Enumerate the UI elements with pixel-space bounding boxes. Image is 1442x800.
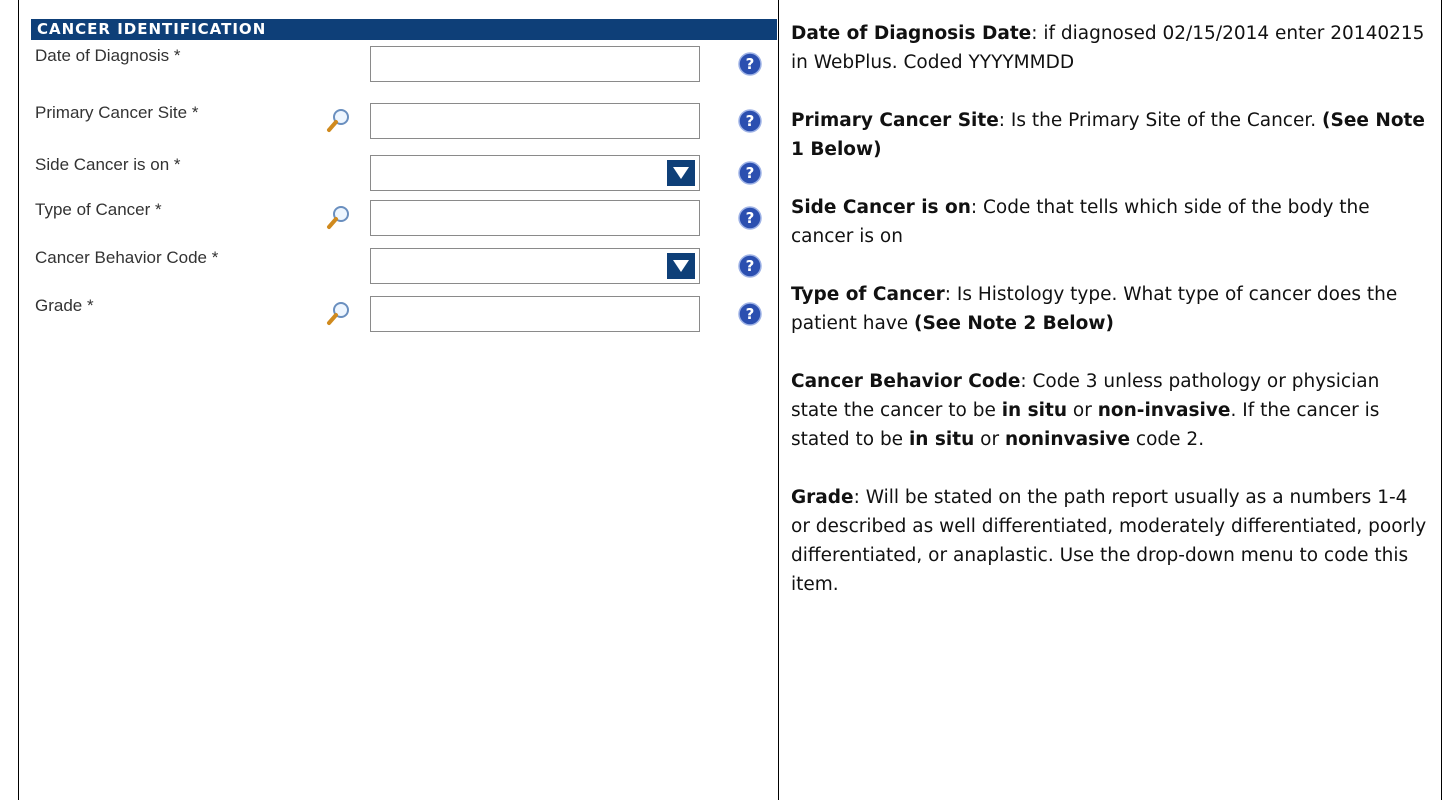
field-label: Grade * [35, 296, 94, 315]
notes-column: Date of Diagnosis Date: if diagnosed 02/… [779, 0, 1441, 800]
layout-table: CANCER IDENTIFICATION Date of Diagnosis … [18, 0, 1442, 800]
svg-text:?: ? [746, 257, 755, 275]
help-icon[interactable]: ? [738, 302, 762, 326]
help-icon[interactable]: ? [738, 52, 762, 76]
section-header: CANCER IDENTIFICATION [31, 19, 777, 40]
note-term: Grade [791, 487, 854, 508]
field-row-type-of-cancer: Type of Cancer * ? [31, 200, 777, 240]
note-cancer-behavior-code: Cancer Behavior Code: Code 3 unless path… [791, 367, 1431, 454]
dropdown-arrow-icon[interactable] [667, 160, 695, 186]
note-grade: Grade: Will be stated on the path report… [791, 483, 1431, 599]
field-row-cancer-behavior-code: Cancer Behavior Code * ? [31, 248, 777, 288]
magnifier-icon[interactable] [326, 204, 352, 230]
date-of-diagnosis-input[interactable] [370, 46, 700, 82]
note-text: code 2. [1130, 429, 1205, 450]
note-emphasis: noninvasive [1004, 429, 1131, 450]
field-label: Type of Cancer * [35, 200, 162, 219]
field-row-primary-cancer-site: Primary Cancer Site * ? [31, 103, 777, 143]
note-text: or [974, 429, 1005, 450]
type-of-cancer-input[interactable] [370, 200, 700, 236]
field-row-side-cancer-is-on: Side Cancer is on * ? [31, 155, 777, 195]
note-emphasis: in situ [1001, 400, 1068, 421]
svg-text:?: ? [746, 55, 755, 73]
help-icon[interactable]: ? [738, 254, 762, 278]
svg-text:?: ? [746, 209, 755, 227]
note-text: or [1067, 400, 1098, 421]
magnifier-icon[interactable] [326, 107, 352, 133]
primary-cancer-site-input[interactable] [370, 103, 700, 139]
dropdown-arrow-icon[interactable] [667, 253, 695, 279]
form-column: CANCER IDENTIFICATION Date of Diagnosis … [19, 0, 779, 800]
note-text: : Is the Primary Site of the Cancer. [998, 110, 1323, 131]
note-reference: (See Note 2 Below) [914, 313, 1114, 334]
field-label: Side Cancer is on * [35, 155, 181, 174]
note-term: Type of Cancer [791, 284, 945, 305]
svg-text:?: ? [746, 305, 755, 323]
side-cancer-select[interactable] [370, 155, 700, 191]
field-label: Date of Diagnosis * [35, 46, 181, 65]
cancer-behavior-select[interactable] [370, 248, 700, 284]
note-side-cancer-is-on: Side Cancer is on: Code that tells which… [791, 193, 1431, 251]
note-term: Date of Diagnosis Date [791, 23, 1032, 44]
note-emphasis: non-invasive [1097, 400, 1231, 421]
grade-input[interactable] [370, 296, 700, 332]
help-icon[interactable]: ? [738, 161, 762, 185]
field-row-grade: Grade * ? [31, 296, 777, 336]
svg-text:?: ? [746, 112, 755, 130]
note-primary-cancer-site: Primary Cancer Site: Is the Primary Site… [791, 106, 1431, 164]
note-text: : Will be stated on the path report usua… [791, 487, 1427, 595]
note-type-of-cancer: Type of Cancer: Is Histology type. What … [791, 280, 1431, 338]
note-term: Cancer Behavior Code [791, 371, 1021, 392]
field-notes: Date of Diagnosis Date: if diagnosed 02/… [791, 19, 1431, 628]
note-term: Primary Cancer Site [791, 110, 999, 131]
magnifier-icon[interactable] [326, 300, 352, 326]
field-label: Primary Cancer Site * [35, 103, 199, 122]
note-term: Side Cancer is on [791, 197, 971, 218]
help-icon[interactable]: ? [738, 109, 762, 133]
field-label: Cancer Behavior Code * [35, 248, 219, 267]
help-icon[interactable]: ? [738, 206, 762, 230]
note-emphasis: in situ [908, 429, 975, 450]
field-row-date-of-diagnosis: Date of Diagnosis * ? [31, 46, 777, 86]
note-date-of-diagnosis: Date of Diagnosis Date: if diagnosed 02/… [791, 19, 1431, 77]
svg-text:?: ? [746, 164, 755, 182]
